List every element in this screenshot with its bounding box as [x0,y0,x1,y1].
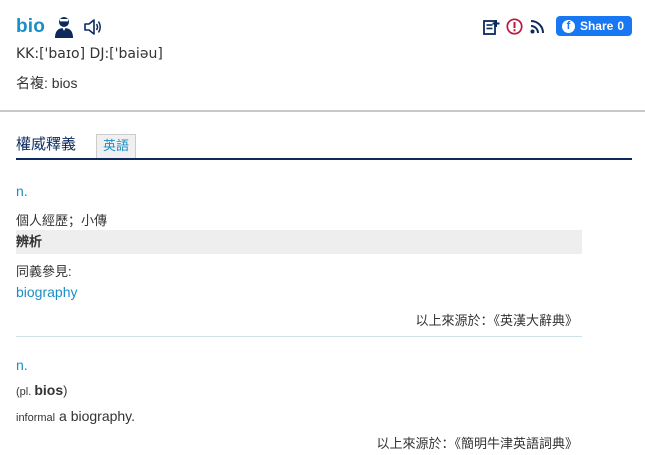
source-attribution: 以上來源於：《簡明牛津英語詞典》 [376,436,578,451]
tab-authoritative[interactable]: 權威釋義 [16,133,76,154]
plural-word: bios [34,382,64,398]
toolbar: f Share 0 [483,16,632,36]
entry-divider [16,336,582,337]
source-attribution: 以上來源於：《英漢大辭典》 [415,313,578,328]
definition: a biography. [55,408,136,424]
section-divider [0,110,645,112]
analysis-header: 辨析 [16,230,582,254]
plural-note: (pl. bios) [16,382,67,398]
dictionary-tabs: 權威釋義 英語 [16,130,632,160]
definition-entry: n. (pl. bios) informal a biography. 以上來源… [16,355,582,455]
add-list-icon[interactable] [483,18,500,35]
synonym-label: 同義參見: [16,264,72,279]
facebook-share-button[interactable]: f Share 0 [555,16,632,36]
definition-line: informal a biography. [16,408,135,426]
synonym-link[interactable]: biography [16,284,78,300]
share-label: Share [579,19,614,33]
tab-english[interactable]: 英語 [96,134,137,158]
plural-suffix: ) [63,383,68,398]
word-header: bio f Share 0 KK:['baɪo] DJ:['baiəu] 名複:… [16,12,632,102]
report-icon[interactable] [506,17,523,35]
plural-form: 名複: bios [16,75,78,91]
person-icon[interactable] [54,15,74,39]
definition-entry: n. 個人經歷；小傳 辨析 同義參見: biography 以上來源於：《英漢大… [16,180,582,330]
rss-icon[interactable] [529,18,546,35]
speaker-icon[interactable] [83,18,103,36]
part-of-speech: n. [16,183,28,199]
headword: bio [16,16,46,37]
plural-prefix: (pl. [16,386,35,398]
phonetic: KK:['baɪo] DJ:['baiəu] [16,46,163,62]
facebook-icon: f [561,19,575,33]
definition: 個人經歷；小傳 [16,213,108,228]
share-count: 0 [617,19,624,33]
register-label: informal [16,412,56,424]
part-of-speech: n. [16,357,28,373]
